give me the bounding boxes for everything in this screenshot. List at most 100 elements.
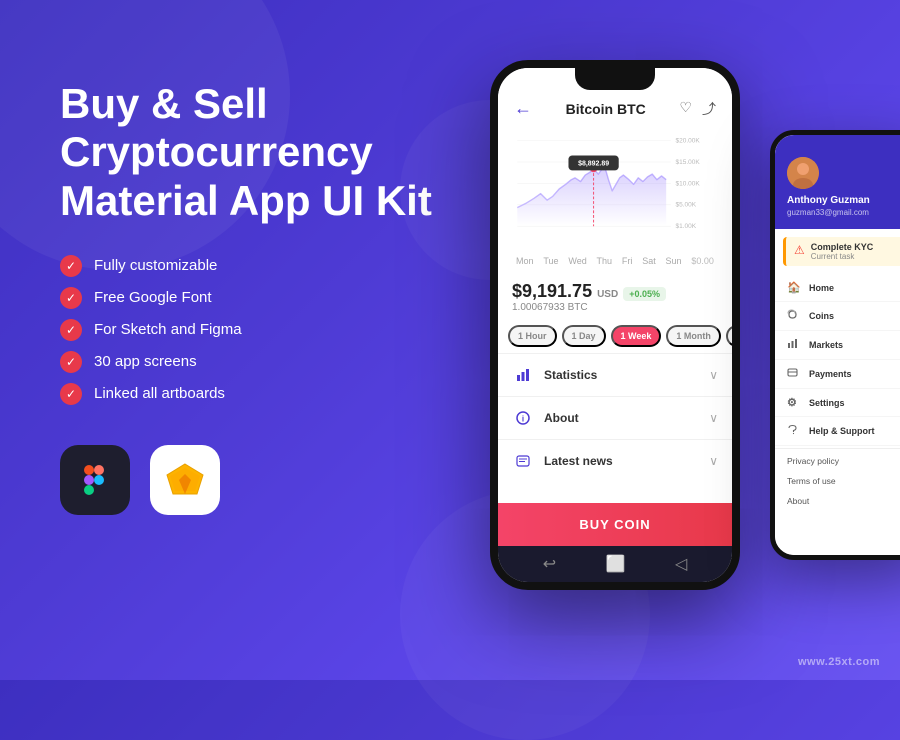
spacer [498,482,732,503]
menu-coins[interactable]: Coins [775,302,900,331]
kyc-subtitle: Current task [811,252,874,261]
menu-about[interactable]: About [775,491,900,511]
phone-1-screen: ← Bitcoin BTC ♡ ⤴ $20.00K $15.00K $10.00… [498,68,732,582]
help-icon [787,424,801,438]
statistics-chevron: ∨ [709,368,718,382]
svg-text:$15.00K: $15.00K [675,159,700,166]
feature-item-1: ✓ Fully customizable [60,255,440,277]
time-tabs: 1 Hour 1 Day 1 Week 1 Month 1 [498,319,732,353]
sketch-svg [165,460,205,500]
price-info: $9,191.75 USD +0.05% 1.00067933 BTC [498,273,732,319]
statistics-label: Statistics [544,368,597,382]
menu-divider [775,448,900,449]
settings-icon: ⚙ [787,396,801,409]
latestnews-label: Latest news [544,454,613,468]
coins-icon [787,309,801,323]
menu-terms[interactable]: Terms of use [775,471,900,491]
heart-icon[interactable]: ♡ [679,99,692,119]
menu-settings[interactable]: ⚙ Settings [775,389,900,417]
day-tue: Tue [543,256,558,266]
menu-home[interactable]: 🏠 Home [775,274,900,302]
day-thu: Thu [597,256,613,266]
kyc-title: Complete KYC [811,242,874,252]
kyc-text: Complete KYC Current task [811,242,874,261]
feature-item-2: ✓ Free Google Font [60,287,440,309]
price-btc: 1.00067933 BTC [512,302,718,313]
tool-icons [60,445,440,515]
check-icon-2: ✓ [60,287,82,309]
menu-settings-label: Settings [809,398,845,408]
features-list: ✓ Fully customizable ✓ Free Google Font … [60,255,440,405]
day-sun: Sun [666,256,682,266]
sketch-icon-box [150,445,220,515]
day-mon: Mon [516,256,534,266]
check-icon-1: ✓ [60,255,82,277]
menu-privacy[interactable]: Privacy policy [775,451,900,471]
check-icon-4: ✓ [60,351,82,373]
day-wed: Wed [568,256,586,266]
day-sat: Sat [642,256,656,266]
home-icon: 🏠 [787,281,801,294]
kyc-alert[interactable]: ⚠ Complete KYC Current task [783,237,900,266]
day-fri: Fri [622,256,633,266]
profile-avatar [787,157,819,189]
check-icon-5: ✓ [60,383,82,405]
phone-1: ← Bitcoin BTC ♡ ⤴ $20.00K $15.00K $10.00… [490,60,740,590]
menu-payments[interactable]: Payments [775,360,900,389]
tab-extra[interactable]: 1 [726,325,732,347]
nav-home[interactable]: ⬜ [606,554,626,574]
kyc-warning-icon: ⚠ [794,243,805,257]
nav-back[interactable]: ↩ [543,554,556,574]
svg-text:$1.00K: $1.00K [675,223,696,230]
menu-markets[interactable]: Markets [775,331,900,360]
price-chart: $20.00K $15.00K $10.00K $5.00K $1.00K [508,129,722,249]
left-panel: Buy & SellCryptocurrencyMaterial App UI … [60,80,440,515]
statistics-accordion[interactable]: Statistics ∨ [498,353,732,396]
latestnews-accordion[interactable]: Latest news ∨ [498,439,732,482]
watermark: www.25xt.com [798,656,880,668]
statistics-icon [512,364,534,386]
tab-1week[interactable]: 1 Week [611,325,662,347]
back-button[interactable]: ← [514,98,532,119]
chart-area: $20.00K $15.00K $10.00K $5.00K $1.00K [498,129,732,273]
about-accordion[interactable]: i About ∨ [498,396,732,439]
main-title: Buy & SellCryptocurrencyMaterial App UI … [60,80,440,225]
markets-icon [787,338,801,352]
header-icons: ♡ ⤴ [679,99,716,119]
svg-text:i: i [522,415,524,424]
menu-home-label: Home [809,283,834,293]
price-currency: USD [597,289,618,300]
payments-icon [787,367,801,381]
tab-1hour[interactable]: 1 Hour [508,325,557,347]
chart-days: Mon Tue Wed Thu Fri Sat Sun $0.00 [508,254,722,268]
svg-text:$8,892.89: $8,892.89 [578,161,609,168]
figma-svg [77,462,113,498]
profile-name: Anthony Guzman [787,195,870,206]
nav-recent[interactable]: ◁ [675,554,687,574]
tab-1day[interactable]: 1 Day [562,325,606,347]
svg-text:$5.00K: $5.00K [675,202,696,209]
phone-bottom-bar: ↩ ⬜ ◁ [498,546,732,582]
about-label: About [544,411,579,425]
figma-icon-box [60,445,130,515]
price-badge: +0.05% [623,287,666,301]
feature-item-3: ✓ For Sketch and Figma [60,319,440,341]
news-icon [512,450,534,472]
buy-coin-button[interactable]: BUY COIN [498,503,732,546]
price-zero: $0.00 [691,256,714,266]
menu-coins-label: Coins [809,311,834,321]
profile-section: Anthony Guzman guzman33@gmail.com [775,135,900,229]
menu-help[interactable]: Help & Support [775,417,900,446]
price-main: $9,191.75 [512,281,592,302]
phone-1-notch [575,68,655,90]
phone-2: Anthony Guzman guzman33@gmail.com ⚠ Comp… [770,130,900,560]
latestnews-chevron: ∨ [709,454,718,468]
tab-1month[interactable]: 1 Month [666,325,721,347]
about-chevron: ∨ [709,411,718,425]
about-icon: i [512,407,534,429]
menu-payments-label: Payments [809,369,852,379]
svg-text:$10.00K: $10.00K [675,180,700,187]
check-icon-3: ✓ [60,319,82,341]
share-icon[interactable]: ⤴ [702,99,716,119]
phone-2-screen: Anthony Guzman guzman33@gmail.com ⚠ Comp… [775,135,900,555]
